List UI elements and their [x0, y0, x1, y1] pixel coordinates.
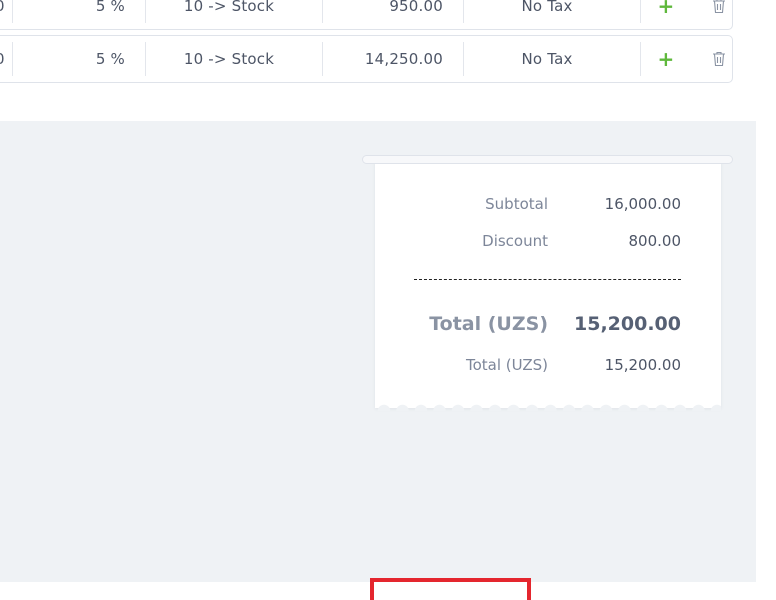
- items-panel: 0 5 % 10 -> Stock 950.00 No Tax + 0 5 % …: [0, 0, 756, 121]
- subtotal-label: Subtotal: [485, 195, 548, 213]
- delete-row-button[interactable]: [709, 0, 729, 29]
- item-cut-value: 0: [0, 36, 11, 82]
- item-tax[interactable]: No Tax: [464, 0, 630, 29]
- item-warehouse[interactable]: 10 -> Stock: [146, 36, 312, 82]
- right-rail: [756, 0, 776, 600]
- delete-row-button[interactable]: [709, 36, 729, 82]
- total-secondary-value: 15,200.00: [604, 356, 681, 374]
- total-value: 15,200.00: [574, 313, 681, 335]
- discount-label: Discount: [482, 232, 548, 250]
- add-row-button[interactable]: +: [651, 0, 681, 29]
- item-amount: 950.00: [389, 0, 443, 15]
- item-tax[interactable]: No Tax: [464, 36, 630, 82]
- item-amount: 14,250.00: [364, 50, 443, 68]
- add-row-button[interactable]: +: [651, 36, 681, 82]
- total-label: Total (UZS): [429, 313, 548, 335]
- item-row: 0 5 % 10 -> Stock 14,250.00 No Tax +: [0, 35, 733, 83]
- trash-icon: [713, 51, 725, 67]
- discount-value: 800.00: [628, 232, 682, 250]
- totals-divider: [414, 279, 681, 280]
- trash-icon: [713, 0, 725, 14]
- item-cut-value: 0: [0, 0, 11, 29]
- receipt-scalloped-edge: [375, 401, 721, 411]
- column-separator: [640, 0, 641, 23]
- item-row: 0 5 % 10 -> Stock 950.00 No Tax +: [0, 0, 733, 30]
- subtotal-value: 16,000.00: [604, 195, 681, 213]
- receipt-rod: [362, 155, 733, 164]
- item-discount[interactable]: 5 %: [13, 36, 135, 82]
- highlighted-button-region[interactable]: [370, 578, 531, 600]
- total-secondary-label: Total (UZS): [465, 356, 548, 374]
- item-warehouse[interactable]: 10 -> Stock: [146, 0, 312, 29]
- item-discount[interactable]: 5 %: [13, 0, 135, 29]
- column-separator: [640, 42, 641, 76]
